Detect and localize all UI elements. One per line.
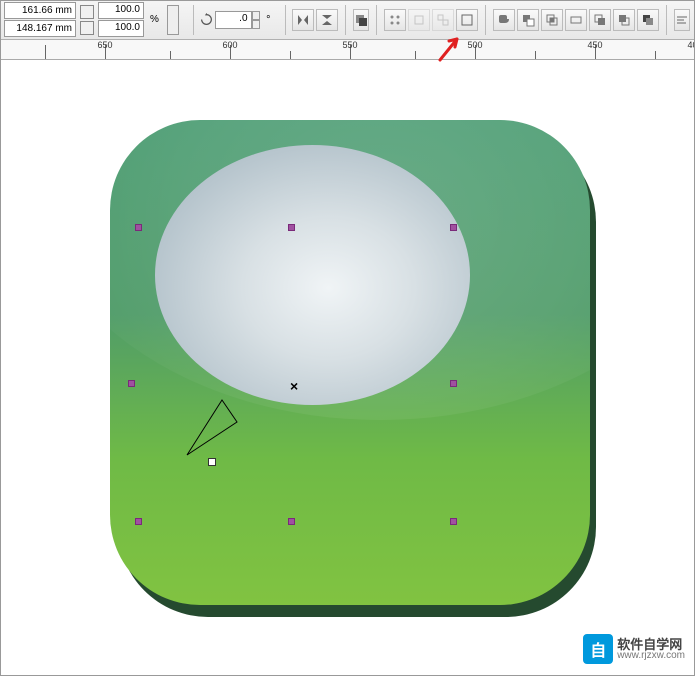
ungroup-button[interactable] [384,9,406,31]
combine-button[interactable] [456,9,478,31]
width-icon [80,5,94,19]
separator [345,5,346,35]
watermark-url: www.rjzxw.com [617,651,685,661]
selection-handle-nw[interactable] [135,224,142,231]
rotation-spinner[interactable] [252,11,261,29]
intersect-button[interactable] [541,9,563,31]
height-icon [80,21,94,35]
front-minus-back-button[interactable] [589,9,611,31]
weld-button[interactable] [493,9,515,31]
horizontal-ruler[interactable]: 650 600 550 500 450 400 [0,40,695,60]
separator [285,5,286,35]
mirror-group [291,9,339,31]
back-minus-front-button[interactable] [613,9,635,31]
align-distribute-button[interactable] [674,9,690,31]
selection-handle-ne[interactable] [450,224,457,231]
separator [485,5,486,35]
align-group [383,9,479,31]
rotate-icon [200,11,213,29]
property-bar: 161.66 mm 148.167 mm 100.0 100.0 % .0 ° [0,0,695,40]
speech-bubble-tail[interactable] [182,400,252,470]
icon-rounded-rect[interactable] [110,120,590,605]
ungroup-all-button[interactable] [432,9,454,31]
selection-handle-e[interactable] [450,380,457,387]
selection-handle-sw[interactable] [135,518,142,525]
to-front-button[interactable] [353,9,369,31]
speech-bubble-ellipse[interactable] [155,145,470,405]
boundary-button[interactable] [637,9,659,31]
watermark-title: 软件自学网 [617,638,685,651]
simplify-button[interactable] [565,9,587,31]
position-fields: 161.66 mm 148.167 mm [4,2,76,38]
mirror-vertical-button[interactable] [316,9,338,31]
group-button[interactable] [408,9,430,31]
selection-center-marker: × [290,378,298,394]
shaping-group [492,9,660,31]
scale-fields: 100.0 100.0 [98,2,144,38]
percent-label: % [150,14,159,25]
selection-handle-s[interactable] [288,518,295,525]
xy-icons [80,4,94,36]
rotation-input[interactable]: .0 [215,11,252,29]
trim-button[interactable] [517,9,539,31]
curve-node-handle[interactable] [208,458,216,466]
watermark: 自 软件自学网 www.rjzxw.com [583,634,685,664]
degree-label: ° [266,14,270,26]
selection-handle-n[interactable] [288,224,295,231]
separator [193,5,194,35]
separator [376,5,377,35]
x-position-input[interactable]: 161.66 mm [4,2,76,19]
scale-x-input[interactable]: 100.0 [98,2,144,19]
selection-handle-se[interactable] [450,518,457,525]
separator [666,5,667,35]
mirror-horizontal-button[interactable] [292,9,314,31]
lock-ratio-button[interactable] [167,5,179,35]
drawing-canvas[interactable]: × [0,60,695,676]
selection-handle-w[interactable] [128,380,135,387]
watermark-badge-icon: 自 [583,634,613,664]
y-position-input[interactable]: 148.167 mm [4,20,76,37]
scale-y-input[interactable]: 100.0 [98,20,144,37]
